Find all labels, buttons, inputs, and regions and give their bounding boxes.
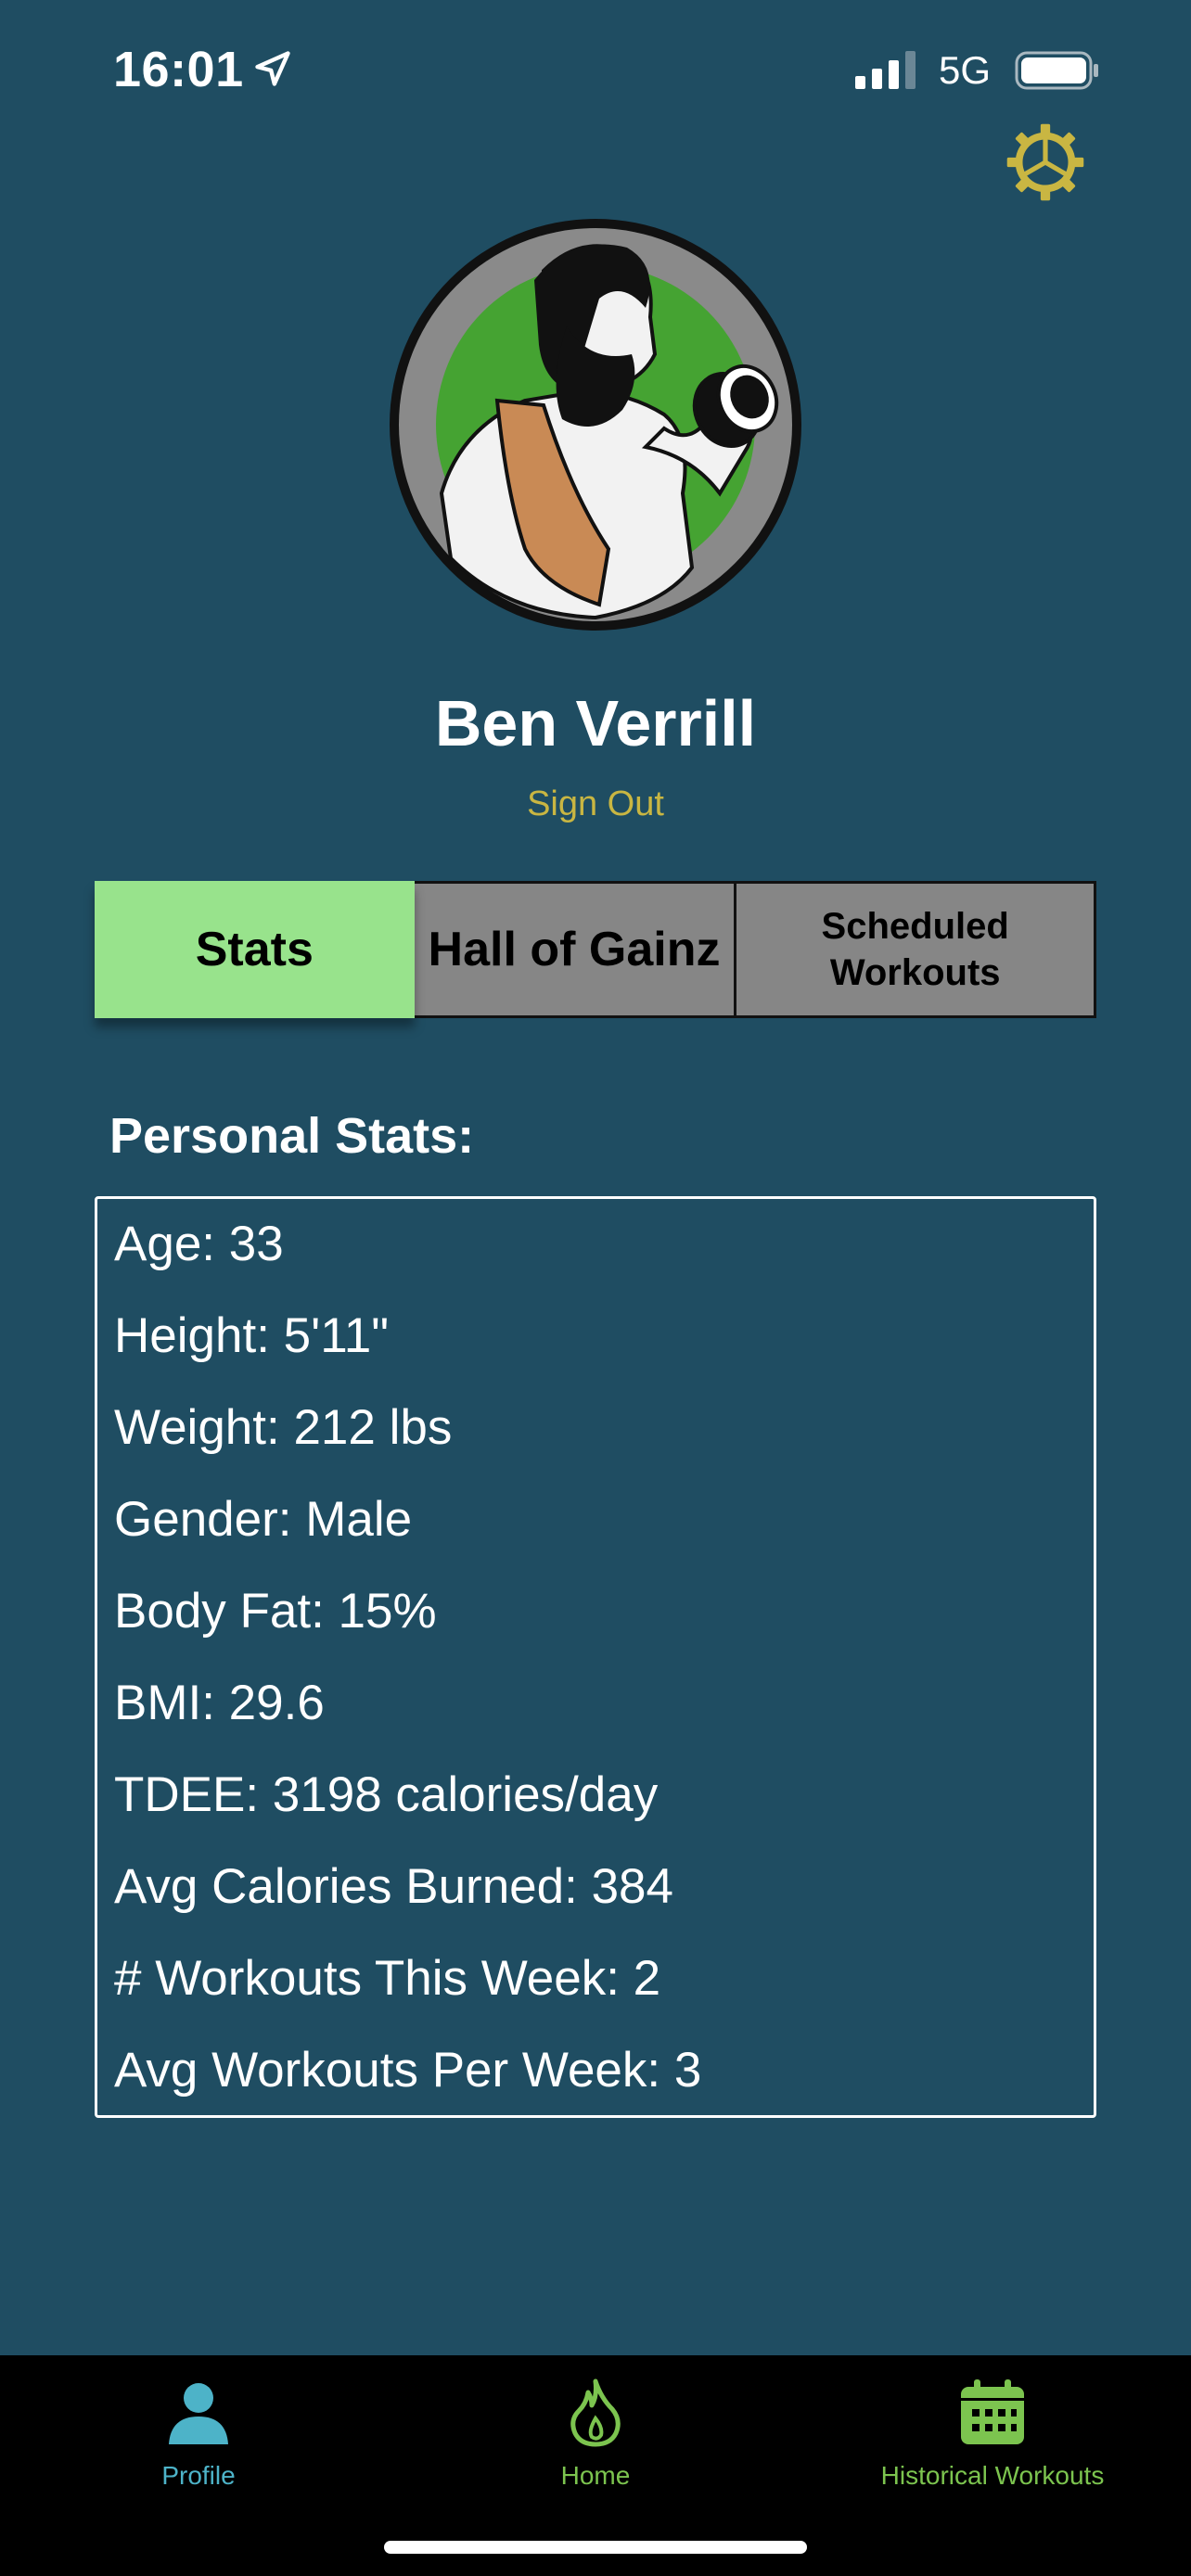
flame-icon bbox=[570, 2378, 621, 2447]
signal-icon bbox=[855, 51, 916, 89]
tabbar-label-home: Home bbox=[560, 2461, 631, 2490]
stat-workouts-this-week: # Workouts This Week: 2 bbox=[114, 1951, 661, 2006]
person-icon bbox=[169, 2383, 228, 2444]
stat-gender: Gender: Male bbox=[114, 1492, 413, 1547]
battery-icon bbox=[1015, 51, 1098, 90]
tab-scheduled-workouts[interactable]: Scheduled Workouts bbox=[736, 881, 1097, 1018]
gear-icon[interactable] bbox=[1005, 122, 1085, 202]
stat-bmi: BMI: 29.6 bbox=[114, 1676, 325, 1730]
tabbar-item-home[interactable]: Home bbox=[397, 2355, 794, 2541]
stat-body-fat: Body Fat: 15% bbox=[114, 1584, 437, 1639]
location-arrow-icon bbox=[255, 51, 290, 86]
status-bar: 16:01 5G bbox=[0, 0, 1191, 139]
stats-list: Age: 33 Height: 5'11" Weight: 212 lbs Ge… bbox=[95, 1196, 1096, 2118]
stat-weight: Weight: 212 lbs bbox=[114, 1400, 453, 1455]
stat-avg-calories-burned: Avg Calories Burned: 384 bbox=[114, 1859, 674, 1914]
tabbar-label-profile: Profile bbox=[161, 2461, 236, 2490]
stat-age: Age: 33 bbox=[114, 1217, 284, 1271]
profile-tabs: Stats Hall of Gainz Scheduled Workouts bbox=[95, 881, 1097, 1018]
stat-height: Height: 5'11" bbox=[114, 1308, 390, 1363]
calendar-icon bbox=[961, 2379, 1024, 2444]
tabbar-item-profile[interactable]: Profile bbox=[0, 2355, 397, 2541]
tabbar-item-historical-workouts[interactable]: Historical Workouts bbox=[794, 2355, 1191, 2541]
tab-hall-of-gainz[interactable]: Hall of Gainz bbox=[414, 881, 737, 1018]
tabbar-label-historical-workouts: Historical Workouts bbox=[880, 2461, 1105, 2490]
stat-avg-workouts-per-week: Avg Workouts Per Week: 3 bbox=[114, 2043, 702, 2098]
tab-stats[interactable]: Stats bbox=[95, 881, 415, 1018]
status-time: 16:01 bbox=[113, 42, 244, 97]
home-indicator bbox=[384, 2541, 807, 2554]
stats-heading: Personal Stats: bbox=[109, 1108, 475, 1164]
avatar bbox=[390, 219, 801, 631]
profile-name: Ben Verrill bbox=[434, 687, 757, 759]
stat-tdee: TDEE: 3198 calories/day bbox=[114, 1767, 659, 1822]
sign-out-link[interactable]: Sign Out bbox=[0, 784, 1191, 824]
network-label: 5G bbox=[939, 48, 992, 92]
